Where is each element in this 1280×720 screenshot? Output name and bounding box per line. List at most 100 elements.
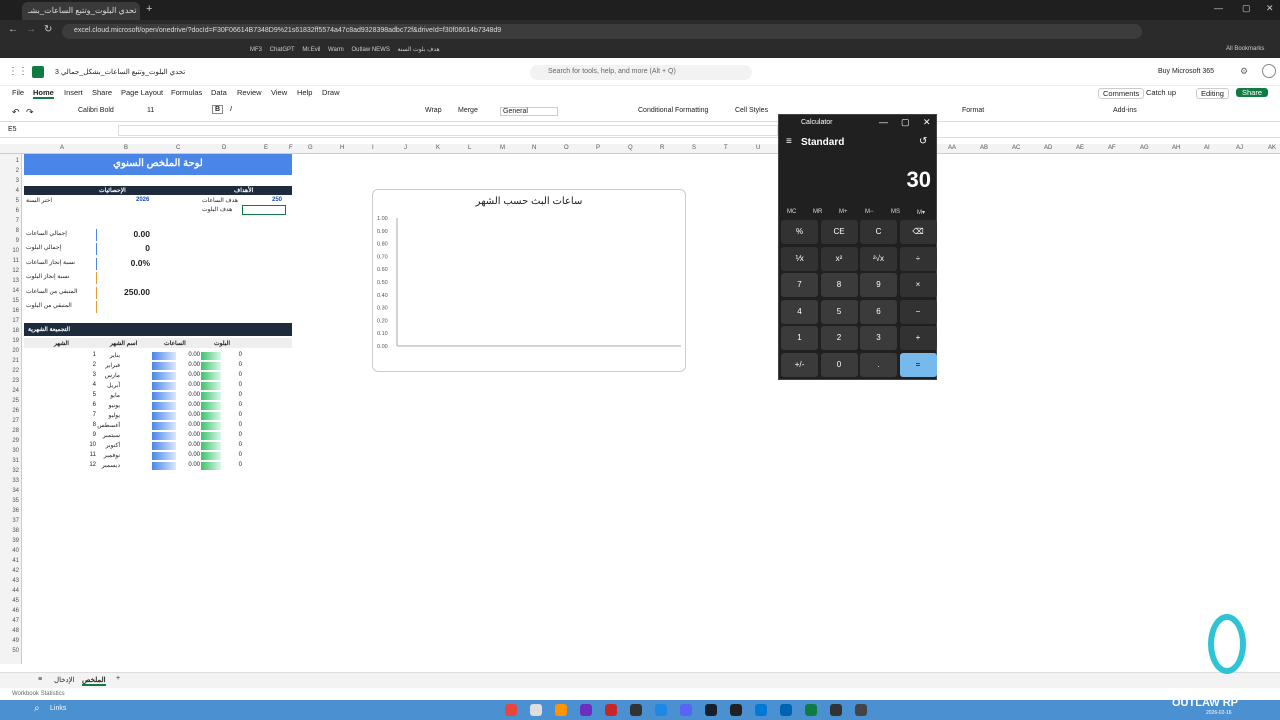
italic-button[interactable]: I bbox=[230, 106, 232, 113]
year-value[interactable]: 2026 bbox=[136, 197, 149, 203]
formula-input[interactable] bbox=[118, 125, 778, 136]
column-header[interactable]: AE bbox=[1076, 145, 1084, 151]
column-header[interactable]: K bbox=[436, 145, 440, 151]
cell-styles-button[interactable]: Cell Styles bbox=[735, 107, 768, 114]
row-header[interactable]: 8 bbox=[16, 228, 19, 234]
column-header[interactable]: O bbox=[564, 145, 569, 151]
stat-value[interactable]: 250.00 bbox=[96, 287, 150, 299]
bookmark[interactable]: MF3 bbox=[250, 47, 262, 53]
row-header[interactable]: 39 bbox=[12, 538, 19, 544]
row-header[interactable]: 11 bbox=[13, 258, 19, 264]
row-header[interactable]: 36 bbox=[12, 508, 19, 514]
row-header[interactable]: 42 bbox=[12, 568, 19, 574]
row-header[interactable]: 32 bbox=[12, 468, 19, 474]
selected-cell-e5[interactable] bbox=[242, 205, 286, 215]
chrome-icon[interactable] bbox=[505, 704, 517, 716]
calc-key[interactable]: 7 bbox=[781, 273, 818, 297]
row-header[interactable]: 23 bbox=[12, 378, 19, 384]
mplus-button[interactable]: M+ bbox=[839, 209, 848, 215]
calc-key[interactable]: 5 bbox=[820, 299, 858, 324]
calc-key[interactable]: % bbox=[781, 220, 818, 244]
row-header[interactable]: 33 bbox=[12, 478, 19, 484]
stat-value[interactable]: 0 bbox=[96, 243, 150, 255]
column-header[interactable]: AK bbox=[1268, 145, 1276, 151]
maximize-icon[interactable]: ▢ bbox=[1242, 3, 1251, 14]
catch-up-button[interactable]: Catch up bbox=[1146, 88, 1176, 97]
bookmark[interactable]: Warm bbox=[328, 47, 344, 53]
app-icon[interactable] bbox=[680, 704, 692, 716]
row-header[interactable]: 19 bbox=[12, 338, 19, 344]
column-header[interactable]: AC bbox=[1012, 145, 1020, 151]
calc-key[interactable]: = bbox=[899, 352, 937, 377]
sheets-menu-icon[interactable]: ≡ bbox=[38, 676, 42, 683]
calc-key[interactable]: × bbox=[899, 273, 937, 297]
browser-tab[interactable]: تحدي البلوت_وتتبع الساعات_بشـ bbox=[22, 2, 140, 20]
font-select[interactable]: Calibri Bold bbox=[78, 107, 140, 114]
app-icon[interactable] bbox=[580, 704, 592, 716]
mr-button[interactable]: MR bbox=[813, 209, 822, 215]
url-input[interactable]: excel.cloud.microsoft/open/onedrive/?doc… bbox=[62, 24, 1142, 39]
all-bookmarks[interactable]: All Bookmarks bbox=[1226, 46, 1264, 52]
format-button[interactable]: Format bbox=[962, 107, 984, 114]
row-header[interactable]: 31 bbox=[12, 458, 19, 464]
undo-icon[interactable]: ↶ bbox=[12, 107, 20, 118]
mlist-button[interactable]: M▾ bbox=[917, 209, 925, 216]
column-header[interactable]: AH bbox=[1172, 145, 1180, 151]
search-icon[interactable]: ⌕ bbox=[34, 703, 40, 714]
calc-key[interactable]: 3 bbox=[860, 326, 897, 350]
tab-view[interactable]: View bbox=[271, 88, 287, 97]
calc-key[interactable]: ⌫ bbox=[899, 220, 937, 244]
row-header[interactable]: 10 bbox=[12, 248, 19, 254]
number-format-select[interactable]: General bbox=[500, 107, 558, 116]
row-header[interactable]: 46 bbox=[12, 608, 19, 614]
edge-icon[interactable] bbox=[755, 704, 767, 716]
row-header[interactable]: 21 bbox=[12, 358, 19, 364]
conditional-formatting-button[interactable]: Conditional Formatting bbox=[638, 107, 708, 114]
column-header[interactable]: B bbox=[124, 145, 128, 151]
column-header[interactable]: D bbox=[222, 145, 226, 151]
status-text[interactable]: Workbook Statistics bbox=[12, 691, 65, 697]
column-header[interactable]: L bbox=[468, 145, 471, 151]
row-header[interactable]: 6 bbox=[16, 208, 19, 214]
row-header[interactable]: 30 bbox=[12, 448, 19, 454]
buy-m365-link[interactable]: Buy Microsoft 365 bbox=[1158, 68, 1214, 75]
column-header[interactable]: I bbox=[372, 145, 374, 151]
column-header[interactable]: M bbox=[500, 145, 505, 151]
calc-key[interactable]: − bbox=[899, 299, 937, 324]
column-header[interactable]: P bbox=[596, 145, 600, 151]
back-icon[interactable]: ← bbox=[8, 24, 18, 35]
app-icon[interactable] bbox=[530, 704, 542, 716]
calc-key[interactable]: +/- bbox=[781, 352, 818, 377]
row-header[interactable]: 48 bbox=[12, 628, 19, 634]
row-header[interactable]: 41 bbox=[12, 558, 19, 564]
search-input[interactable]: Search for tools, help, and more (Alt + … bbox=[530, 65, 752, 80]
redo-icon[interactable]: ↷ bbox=[26, 107, 34, 118]
column-header[interactable]: AD bbox=[1044, 145, 1052, 151]
tab-page-layout[interactable]: Page Layout bbox=[121, 88, 163, 97]
sheet-tab-input[interactable]: الإدخال bbox=[54, 676, 75, 684]
reload-icon[interactable]: ↻ bbox=[44, 24, 52, 35]
chart-container[interactable]: ساعات البث حسب الشهر 1.00 0.90 0.80 0.70 0.6… bbox=[372, 189, 686, 372]
table-row[interactable]: مايو 5 0.00 0 bbox=[24, 391, 244, 401]
row-header[interactable]: 40 bbox=[12, 548, 19, 554]
row-header[interactable]: 26 bbox=[12, 408, 19, 414]
calc-key[interactable]: CE bbox=[820, 220, 858, 244]
app-icon[interactable] bbox=[655, 704, 667, 716]
calc-key[interactable]: . bbox=[860, 352, 897, 377]
table-row[interactable]: فبراير 2 0.00 0 bbox=[24, 361, 244, 371]
document-title[interactable]: تحدي البلوت_وتتبع الساعات_بشكل_جمالي 3 bbox=[55, 68, 185, 76]
row-header[interactable]: 50 bbox=[12, 648, 19, 654]
ms-button[interactable]: MS bbox=[891, 209, 900, 215]
row-header[interactable]: 37 bbox=[12, 518, 19, 524]
merge-button[interactable]: Merge bbox=[458, 107, 478, 114]
column-header[interactable]: H bbox=[340, 145, 344, 151]
bold-button[interactable]: B bbox=[212, 105, 224, 114]
settings-icon[interactable]: ⚙ bbox=[1240, 66, 1248, 77]
app-launcher-icon[interactable]: ⋮⋮ bbox=[8, 66, 28, 77]
new-tab-icon[interactable]: + bbox=[146, 3, 152, 15]
app-icon[interactable] bbox=[630, 704, 642, 716]
table-row[interactable]: نوفمبر 11 0.00 0 bbox=[24, 451, 244, 461]
row-header[interactable]: 1 bbox=[16, 158, 19, 164]
row-header[interactable]: 14 bbox=[12, 288, 19, 294]
close-icon[interactable]: ✕ bbox=[923, 117, 931, 128]
